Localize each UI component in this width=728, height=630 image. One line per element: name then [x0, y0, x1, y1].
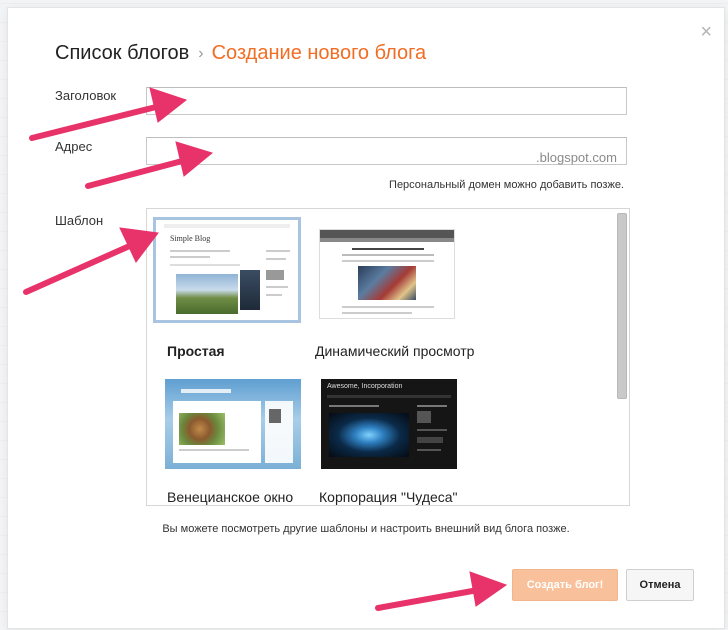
template-simple-name: Простая: [167, 343, 225, 359]
create-blog-button[interactable]: Создать блог!: [512, 569, 618, 601]
close-icon[interactable]: ×: [700, 22, 712, 42]
template-awesome-inc-thumbnail: Awesome, Incorporation: [321, 379, 457, 469]
cancel-button[interactable]: Отмена: [626, 569, 694, 601]
title-input[interactable]: [146, 87, 627, 115]
template-label: Шаблон: [55, 213, 104, 228]
template-dynamic-name: Динамический просмотр: [315, 343, 475, 359]
template-simple-thumbnail: Simple Blog: [153, 217, 301, 323]
thumb-simple-title: Simple Blog: [170, 234, 211, 243]
template-picture-window-thumbnail: [165, 379, 301, 469]
breadcrumb: Список блогов › Создание нового блога: [55, 42, 426, 65]
domain-hint: Персональный домен можно добавить позже.: [389, 179, 624, 191]
address-suffix: .blogspot.com: [536, 150, 617, 165]
template-list[interactable]: Simple Blog Простая Динамический просмот…: [146, 208, 630, 506]
page-title: Создание нового блога: [211, 42, 427, 64]
template-hint: Вы можете посмотреть другие шаблоны и на…: [162, 523, 570, 535]
template-scrollbar[interactable]: [617, 213, 627, 399]
template-dynamic-thumbnail: [319, 229, 455, 319]
thumb-corp-title: Awesome, Incorporation: [327, 383, 403, 390]
template-picture-window-name: Венецианское окно: [167, 489, 294, 505]
breadcrumb-separator-icon: ›: [198, 45, 204, 62]
template-awesome-inc-name: Корпорация "Чудеса": [319, 489, 458, 505]
breadcrumb-blog-list[interactable]: Список блогов: [55, 42, 189, 64]
title-label: Заголовок: [55, 88, 117, 103]
address-label: Адрес: [55, 139, 93, 154]
create-blog-dialog: × Список блогов › Создание нового блога За…: [8, 8, 724, 628]
